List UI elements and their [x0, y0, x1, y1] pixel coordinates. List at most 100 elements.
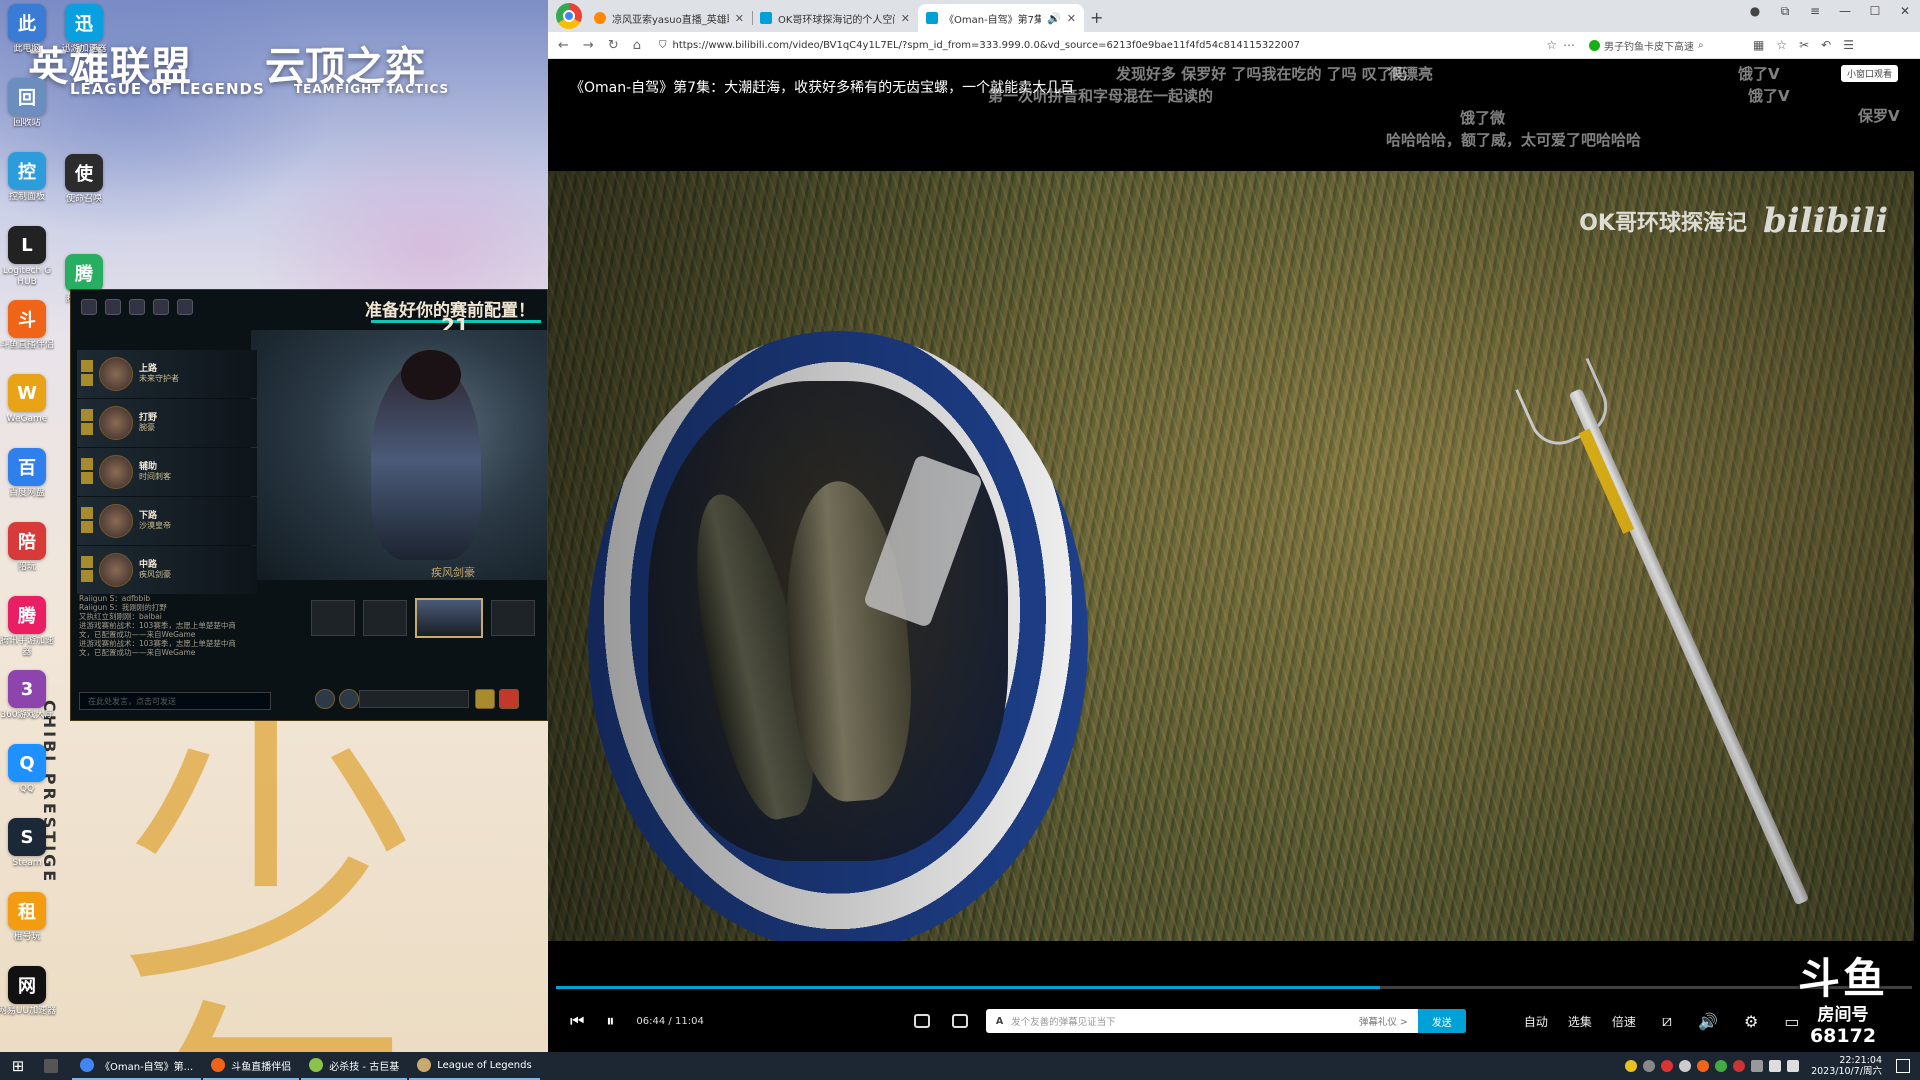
search-suggestion[interactable]: 男子钓鱼卡皮下高速: [1604, 38, 1694, 53]
desktop-icon[interactable]: Q QQ: [0, 744, 57, 806]
tray-icon[interactable]: [1733, 1060, 1746, 1072]
video-frame[interactable]: OK哥环球探海记 bilibili: [548, 171, 1914, 941]
system-clock[interactable]: 22:21:04 2023/10/7/周六: [1811, 1055, 1882, 1077]
new-tab-button[interactable]: +: [1090, 8, 1103, 27]
browser-menu-icon[interactable]: ☰: [1843, 38, 1854, 52]
mini-window-button[interactable]: 小窗口观看: [1840, 65, 1898, 82]
undo-icon[interactable]: ↶: [1821, 38, 1831, 52]
desktop-icon[interactable]: L Logitech G HUB: [0, 226, 57, 288]
video-player[interactable]: 《Oman-自驾》第7集：大潮赶海，收获好多稀有的无齿宝螺，一个就能卖大几百 小…: [548, 59, 1920, 1052]
account-icon[interactable]: ●: [1740, 0, 1770, 24]
rune-page-select[interactable]: [359, 690, 469, 708]
close-icon[interactable]: ✕: [1890, 0, 1920, 24]
tab-close-icon[interactable]: ✕: [901, 12, 910, 25]
tools-icon[interactable]: ✂: [1799, 38, 1809, 52]
desktop-icon[interactable]: 3 360游戏大厅: [0, 670, 57, 732]
microphone-icon[interactable]: [1679, 1060, 1692, 1072]
desktop-icon[interactable]: 腾腾讯手游加速器: [0, 596, 57, 658]
desktop-icon[interactable]: W WeGame: [0, 374, 57, 436]
desktop-icon[interactable]: 迅迅游加速器: [54, 4, 114, 66]
minimize-icon[interactable]: —: [1830, 0, 1860, 24]
desktop-icon[interactable]: 陪陪玩: [0, 522, 57, 584]
security-shield-icon[interactable]: ⛉: [659, 40, 667, 51]
skin-option[interactable]: [363, 600, 407, 636]
input-method-icon[interactable]: [1787, 1060, 1800, 1072]
tab-audio-icon[interactable]: 🔊: [1047, 12, 1061, 25]
tab-close-icon[interactable]: ✕: [735, 12, 744, 25]
tray-icon[interactable]: [1643, 1060, 1656, 1072]
desktop-icon[interactable]: 回回收站: [0, 78, 57, 140]
taskbar-app[interactable]: League of Legends: [409, 1052, 540, 1080]
edit-rune-icon[interactable]: [339, 689, 359, 709]
settings-icon[interactable]: ⚙: [1744, 1012, 1758, 1031]
quality-button[interactable]: 自动: [1524, 1013, 1548, 1030]
desktop-icon[interactable]: 百百度网盘: [0, 448, 57, 510]
favorites-icon[interactable]: ☆: [1776, 38, 1787, 52]
champion-name: 疾风剑豪: [431, 566, 475, 579]
browser-logo-icon[interactable]: [556, 3, 582, 29]
skin-option[interactable]: [311, 600, 355, 636]
search-box[interactable]: 男子钓鱼卡皮下高速 ⌕: [1588, 38, 1739, 53]
menu-icon[interactable]: ≡: [1800, 0, 1830, 24]
volume-icon[interactable]: 🔊: [1698, 1012, 1718, 1031]
taskbar-app[interactable]: 必杀技 - 古巨基: [301, 1052, 408, 1080]
pause-icon[interactable]: ⏸: [606, 1011, 614, 1031]
skin-option-selected[interactable]: [415, 598, 483, 638]
desktop-icon[interactable]: 斗斗鱼直播伴侣: [0, 300, 57, 362]
skin-option[interactable]: [491, 600, 535, 636]
send-danmaku-button[interactable]: 发送: [1417, 1009, 1466, 1033]
desktop-icon[interactable]: S Steam: [0, 818, 57, 880]
windows-start-icon[interactable]: ⊞: [0, 1052, 36, 1080]
desktop-icon[interactable]: 租租号玩: [0, 892, 57, 954]
tray-icon[interactable]: [1661, 1060, 1674, 1072]
subtitle-icon[interactable]: ⧄: [1662, 1011, 1672, 1031]
danmaku-style-icon[interactable]: A: [996, 1016, 1003, 1027]
lol-champ-select-window[interactable]: 准备好你的赛前配置！ 21 疾风剑豪 上路 未来守护者 打野 腕豪 辅助 时间刺客 下路 沙漠…: [70, 289, 548, 721]
notification-icon[interactable]: [1896, 1059, 1910, 1073]
url-text[interactable]: https://www.bilibili.com/video/BV1qC4y1L…: [672, 40, 1540, 51]
danmaku-toggle-icon[interactable]: [913, 1014, 930, 1028]
danmaku-etiquette-link[interactable]: 弹幕礼仪 >: [1359, 1014, 1408, 1028]
speaker-icon[interactable]: [1769, 1060, 1782, 1072]
browser-tab[interactable]: 凉风亚索yasuo直播_英雄联盟 ✕: [586, 4, 752, 32]
forward-icon[interactable]: →: [583, 38, 594, 53]
chat-input[interactable]: 在此处发言，点击可发送: [79, 692, 271, 710]
browser-tab[interactable]: 《Oman-自驾》第7集：大... 🔊 ✕: [918, 4, 1084, 32]
taskbar-app-explorer[interactable]: [36, 1052, 70, 1080]
previous-icon[interactable]: ⏮: [570, 1011, 584, 1031]
desktop-icon-label: 回收站: [13, 118, 41, 128]
desktop-icon[interactable]: 控控制面板: [0, 152, 57, 214]
back-icon[interactable]: ←: [558, 38, 569, 53]
summoner-spell-flash-icon[interactable]: [475, 689, 495, 709]
tab-close-icon[interactable]: ✕: [1067, 12, 1076, 25]
maximize-icon[interactable]: ☐: [1860, 0, 1890, 24]
rune-icon[interactable]: [315, 689, 335, 709]
tray-icon[interactable]: [1625, 1060, 1638, 1072]
danmaku-input[interactable]: A 发个友善的弹幕见证当下 弹幕礼仪 > 发送: [985, 1009, 1466, 1033]
more-icon[interactable]: ⋯: [1563, 38, 1575, 52]
bookmark-star-icon[interactable]: ☆: [1546, 38, 1557, 52]
browser-tab[interactable]: OK哥环球探海记的个人空间 ✕: [752, 4, 918, 32]
team-member-row: 下路 沙漠皇帝: [77, 497, 257, 545]
reload-icon[interactable]: ↻: [608, 38, 619, 53]
episodes-button[interactable]: 选集: [1568, 1013, 1592, 1030]
network-icon[interactable]: [1751, 1060, 1764, 1072]
desktop-icon[interactable]: 此此电脑: [0, 4, 57, 66]
tray-icon[interactable]: [1697, 1060, 1710, 1072]
progress-bar[interactable]: [556, 986, 1912, 989]
summoner-spell-ignite-icon[interactable]: [499, 689, 519, 709]
taskbar-app[interactable]: 《Oman-自驾》第...: [72, 1052, 202, 1080]
desktop-icon[interactable]: 网网易UU加速器: [0, 966, 57, 1028]
home-icon[interactable]: ⌂: [633, 38, 641, 53]
search-icon[interactable]: ⌕: [1698, 40, 1704, 51]
desktop-icon[interactable]: 使使命召唤: [54, 154, 114, 216]
taskbar-app[interactable]: 斗鱼直播伴侣: [203, 1052, 300, 1080]
restore-tabs-icon[interactable]: ⧉: [1770, 0, 1800, 24]
danmaku-settings-icon[interactable]: [951, 1014, 968, 1028]
apps-grid-icon[interactable]: ▦: [1753, 38, 1764, 52]
speed-button[interactable]: 倍速: [1612, 1013, 1636, 1030]
skin-selector[interactable]: [311, 598, 535, 638]
danmaku-comment: 饿了V: [1748, 87, 1790, 105]
address-bar[interactable]: ⛉ https://www.bilibili.com/video/BV1qC4y…: [655, 35, 1575, 56]
tray-icon[interactable]: [1715, 1060, 1728, 1072]
